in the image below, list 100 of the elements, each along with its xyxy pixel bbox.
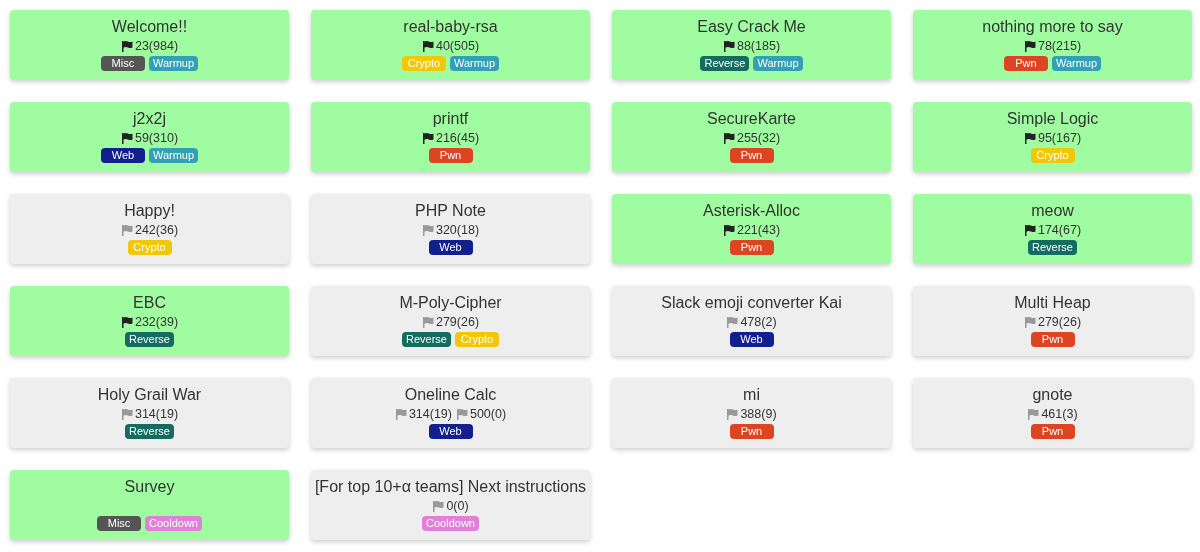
challenge-card[interactable]: Simple Logic 95(167) Crypto xyxy=(913,102,1192,172)
challenge-title: j2x2j xyxy=(133,109,166,129)
challenge-card[interactable]: SecureKarte 255(32) Pwn xyxy=(612,102,891,172)
challenge-title: [For top 10+α teams] Next instructions xyxy=(314,477,587,497)
flag-icon xyxy=(726,408,739,420)
category-tag: Crypto xyxy=(401,56,446,71)
score-label: 314(19) xyxy=(394,407,452,421)
category-tag: Pwn xyxy=(729,424,774,439)
challenge-card[interactable]: Multi Heap 279(26) Pwn xyxy=(913,286,1192,356)
flag-icon xyxy=(120,40,133,52)
category-tag: Crypto xyxy=(455,332,499,347)
flag-icon xyxy=(722,40,735,52)
score-label: 174(67) xyxy=(1023,223,1082,237)
category-tag: Crypto xyxy=(1030,148,1075,163)
challenge-title: Happy! xyxy=(124,201,175,221)
category-tag: Misc xyxy=(100,56,145,71)
category-tag: Pwn xyxy=(729,148,774,163)
category-tag: Pwn xyxy=(1003,56,1048,71)
flag-icon xyxy=(120,408,133,420)
challenge-title: Slack emoji converter Kai xyxy=(661,293,842,313)
category-tag: Web xyxy=(100,148,145,163)
challenge-card[interactable]: EBC 232(39) Reverse xyxy=(10,286,289,356)
challenge-card[interactable]: Happy! 242(36) Crypto xyxy=(10,194,289,264)
category-tag: Reverse xyxy=(700,56,750,71)
score-label: 500(0) xyxy=(455,407,507,421)
score-label: 279(26) xyxy=(421,315,480,329)
challenge-title: Holy Grail War xyxy=(97,385,202,405)
score-label: 320(18) xyxy=(421,223,480,237)
challenge-card[interactable]: Easy Crack Me 88(185) Reverse Warmup xyxy=(612,10,891,80)
category-tag: Cooldown xyxy=(145,516,202,531)
challenge-title: Easy Crack Me xyxy=(697,17,806,37)
challenge-card[interactable]: M-Poly-Cipher 279(26) Reverse Crypto xyxy=(311,286,590,356)
category-tag: Pwn xyxy=(1030,332,1075,347)
flag-icon xyxy=(1023,224,1036,236)
challenge-title: M-Poly-Cipher xyxy=(399,293,502,313)
challenge-title: Multi Heap xyxy=(1014,293,1091,313)
flag-icon xyxy=(394,408,407,420)
score-label: 59(310) xyxy=(120,131,179,145)
challenge-title: EBC xyxy=(133,293,166,313)
score-label: 478(2) xyxy=(726,315,777,329)
flag-icon xyxy=(432,500,445,512)
flag-icon xyxy=(1023,316,1036,328)
flag-icon xyxy=(722,224,735,236)
challenge-card[interactable]: Oneline Calc 314(19) 500(0) Web xyxy=(311,378,590,448)
score-label: 216(45) xyxy=(421,131,480,145)
challenge-title: meow xyxy=(1031,201,1074,221)
flag-icon xyxy=(421,224,434,236)
challenge-card[interactable]: meow 174(67) Reverse xyxy=(913,194,1192,264)
score-label: 314(19) xyxy=(120,407,179,421)
category-tag: Reverse xyxy=(125,424,174,439)
challenge-card[interactable]: PHP Note 320(18) Web xyxy=(311,194,590,264)
challenge-card[interactable]: mi 388(9) Pwn xyxy=(612,378,891,448)
category-tag: Reverse xyxy=(125,332,174,347)
challenge-card[interactable]: printf 216(45) Pwn xyxy=(311,102,590,172)
flag-icon xyxy=(421,316,434,328)
category-tag: Warmup xyxy=(148,56,199,71)
flag-icon xyxy=(421,40,434,52)
challenge-title: gnote xyxy=(1032,385,1073,405)
challenge-title: SecureKarte xyxy=(707,109,796,129)
challenge-card[interactable]: gnote 461(3) Pwn xyxy=(913,378,1192,448)
challenge-card[interactable]: [For top 10+α teams] Next instructions 0(0) Cooldown xyxy=(311,470,590,540)
challenge-card[interactable]: Asterisk-Alloc 221(43) Pwn xyxy=(612,194,891,264)
challenge-card[interactable]: Welcome!! 23(984) Misc Warmup xyxy=(10,10,289,80)
flag-icon xyxy=(120,316,133,328)
challenge-title: Asterisk-Alloc xyxy=(703,201,800,221)
category-tag: Web xyxy=(428,424,473,439)
flag-icon xyxy=(1027,408,1040,420)
flag-icon xyxy=(1023,40,1036,52)
category-tag: Cooldown xyxy=(422,516,479,531)
category-tag: Pwn xyxy=(1030,424,1075,439)
score-label: 0(0) xyxy=(432,499,469,513)
category-tag: Pwn xyxy=(729,240,774,255)
category-tag: Pwn xyxy=(428,148,473,163)
challenge-title: PHP Note xyxy=(415,201,486,221)
category-tag: Reverse xyxy=(402,332,451,347)
score-label: 221(43) xyxy=(722,223,781,237)
challenge-title: Oneline Calc xyxy=(404,385,497,405)
category-tag: Web xyxy=(428,240,473,255)
category-tag: Warmup xyxy=(1051,56,1102,71)
score-label: 279(26) xyxy=(1023,315,1082,329)
challenge-title: real-baby-rsa xyxy=(403,17,498,37)
challenge-card[interactable]: Survey Misc Cooldown xyxy=(10,470,289,540)
challenge-card[interactable]: Holy Grail War 314(19) Reverse xyxy=(10,378,289,448)
flag-icon xyxy=(722,132,735,144)
score-label: 78(215) xyxy=(1023,39,1082,53)
category-tag: Warmup xyxy=(148,148,199,163)
flag-icon xyxy=(1023,132,1036,144)
challenge-card[interactable]: real-baby-rsa 40(505) Crypto Warmup xyxy=(311,10,590,80)
challenge-title: Simple Logic xyxy=(1006,109,1099,129)
challenge-title: Survey xyxy=(124,477,175,497)
score-label: 23(984) xyxy=(120,39,179,53)
challenge-card[interactable]: nothing more to say 78(215) Pwn Warmup xyxy=(913,10,1192,80)
score-label: 232(39) xyxy=(120,315,179,329)
category-tag: Reverse xyxy=(1028,240,1077,255)
challenge-title: mi xyxy=(743,385,760,405)
score-label: 388(9) xyxy=(726,407,777,421)
category-tag: Misc xyxy=(97,516,142,531)
challenge-card[interactable]: j2x2j 59(310) Web Warmup xyxy=(10,102,289,172)
challenge-card[interactable]: Slack emoji converter Kai 478(2) Web xyxy=(612,286,891,356)
flag-icon xyxy=(455,408,468,420)
